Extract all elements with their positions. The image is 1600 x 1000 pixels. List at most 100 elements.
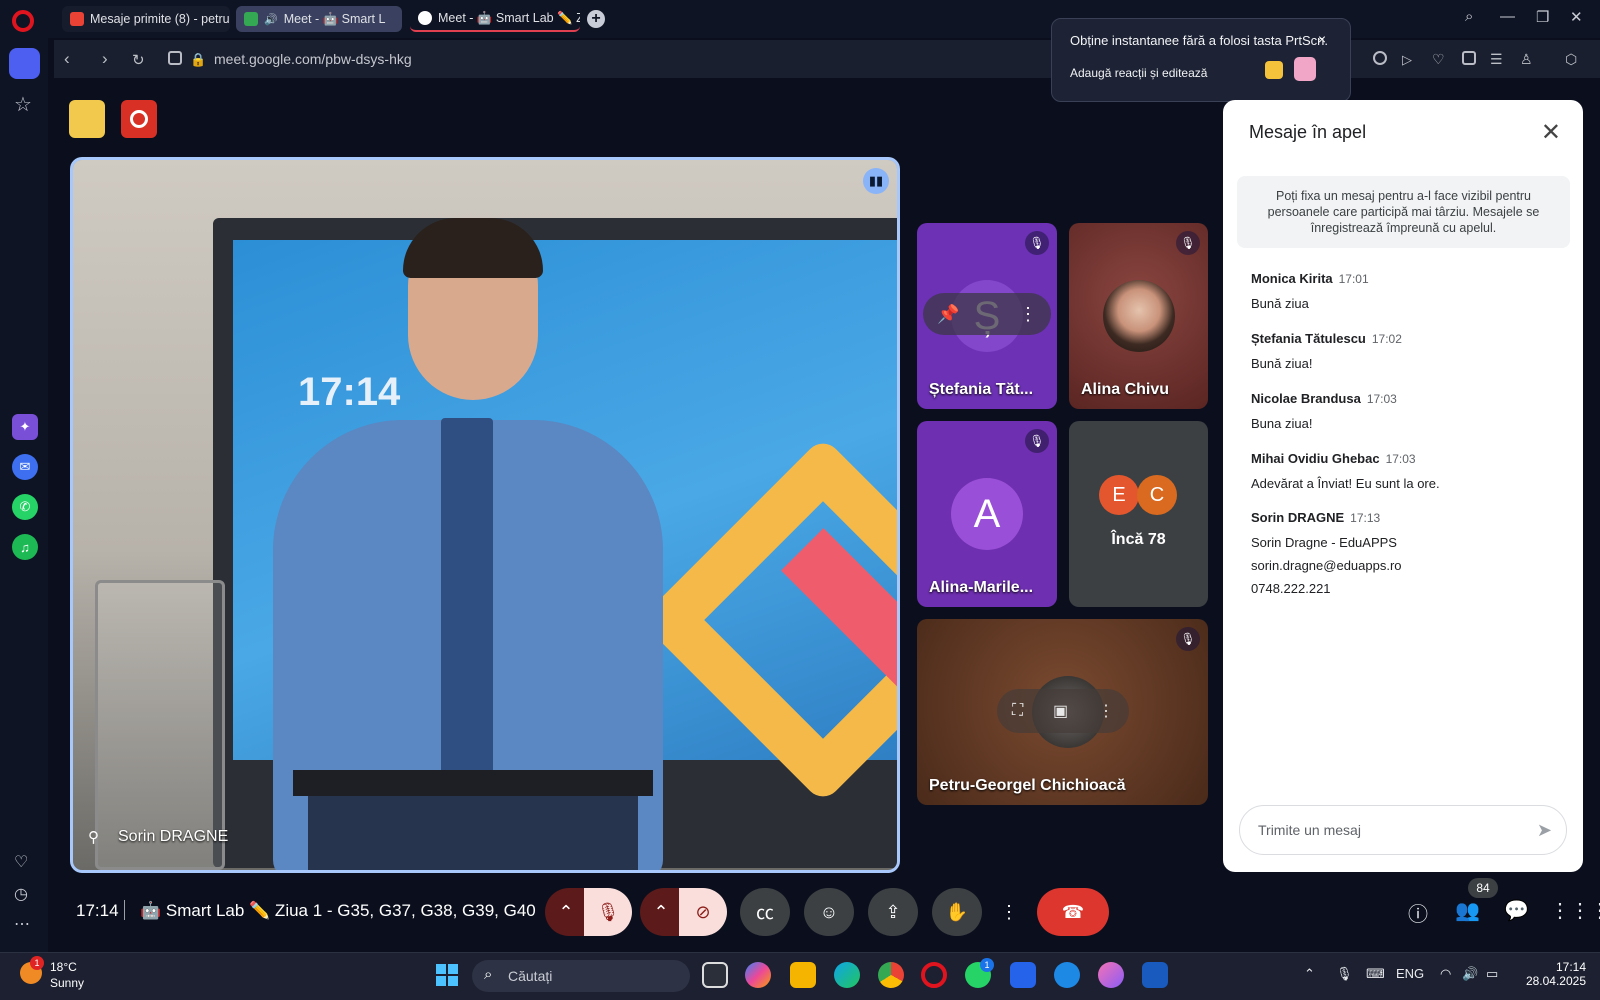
star-icon[interactable]: ☆ (14, 92, 32, 117)
start-button[interactable] (436, 964, 458, 986)
more-participants-tile[interactable]: E C Încă 78 (1069, 421, 1208, 607)
more-options-button[interactable]: ⋮ (996, 888, 1022, 936)
video-options-button[interactable]: ⌃ (640, 888, 682, 936)
taskbar-clock[interactable]: 17:14 28.04.2025 (1520, 960, 1586, 988)
tray-expand-icon[interactable]: ⌃ (1304, 966, 1315, 982)
heart-toolbar-icon[interactable]: ♡ (1432, 51, 1445, 68)
present-button[interactable]: ⇪ (868, 888, 918, 936)
mic-off-icon: 🎙 (1025, 429, 1049, 453)
toast-close-button[interactable]: × (1318, 31, 1326, 47)
edge-icon[interactable] (834, 962, 860, 988)
history-icon[interactable]: ◷ (14, 884, 28, 904)
participant-tile[interactable]: 🎙 ⛶ ▣ ⋮ Petru-Georgel Chichioacă (917, 619, 1208, 805)
message-text: sorin.dragne@eduapps.ro (1251, 558, 1402, 573)
emoji-icon: ☺ (819, 901, 839, 922)
participant-tile[interactable]: 🎙 Alina Chivu (1069, 223, 1208, 409)
frame-icon[interactable]: ⛶ (1012, 702, 1023, 720)
hide-captions-button[interactable] (69, 100, 105, 138)
chat-icon[interactable]: 💬 (1504, 898, 1529, 923)
play-icon[interactable]: ▷ (1402, 52, 1412, 68)
close-panel-button[interactable]: ✕ (1541, 118, 1561, 147)
meet-icon (244, 12, 258, 26)
tab-gmail[interactable]: Mesaje primite (8) - petru (62, 6, 230, 32)
store-icon[interactable] (1010, 962, 1036, 988)
main-video-tile[interactable]: 17:14 ▮▮ (70, 157, 900, 873)
participant-tile[interactable]: 🎙 A Alina-Marile... (917, 421, 1057, 607)
tab-label: Meet - 🤖 Smart L (283, 11, 386, 26)
send-icon[interactable]: ➤ (1537, 820, 1552, 841)
heart-icon[interactable]: ♡ (14, 852, 28, 872)
url-field[interactable]: meet.google.com/pbw-dsys-hkg (214, 51, 412, 67)
participant-avatar: E (1099, 475, 1139, 515)
participant-tile[interactable]: 🎙 Ș 📌 ⋮ Ștefania Tăt... (917, 223, 1057, 409)
screen-clock-text: 17:14 (298, 370, 401, 414)
easy-setup-icon[interactable]: ☰ (1490, 51, 1503, 68)
toast-line-2: Adaugă reacții și editează (1070, 66, 1208, 80)
microphone-tray-icon[interactable]: 🎙 (1336, 966, 1353, 982)
message-input[interactable]: Trimite un mesaj ➤ (1239, 805, 1567, 855)
home-button[interactable] (9, 48, 40, 79)
task-view-icon[interactable] (702, 962, 728, 988)
add-image-icon[interactable]: ▣ (1053, 701, 1068, 721)
camera-icon[interactable] (168, 51, 182, 65)
more-options-icon[interactable]: ⋮ (1098, 701, 1114, 721)
search-tabs-icon[interactable]: ⌕ (1465, 8, 1473, 25)
language-indicator[interactable]: ENG (1396, 966, 1424, 981)
more-options-icon[interactable]: ⋮ (1019, 304, 1037, 325)
battery-icon[interactable]: ▭ (1486, 966, 1498, 982)
clock-date: 28.04.2025 (1525, 974, 1586, 988)
forward-button[interactable]: › (102, 49, 108, 69)
browser-tab-bar: Mesaje primite (8) - petru 🔊 Meet - 🤖 Sm… (0, 0, 1600, 38)
extensions-icon[interactable]: ⬡ (1565, 51, 1577, 68)
restore-button[interactable]: ❐ (1536, 8, 1549, 26)
wifi-icon[interactable]: ◠ (1440, 966, 1451, 982)
activities-icon[interactable]: ⋮⋮⋮ (1550, 898, 1600, 923)
close-window-button[interactable]: ✕ (1570, 8, 1583, 26)
spotify-icon[interactable]: ♫ (12, 534, 38, 560)
pin-icon[interactable]: 📌 (937, 304, 959, 325)
audio-options-button[interactable]: ⌃ (545, 888, 587, 936)
message-time: 17:03 (1366, 392, 1397, 406)
messenger-icon[interactable]: ✉ (12, 454, 38, 480)
more-icon[interactable]: ⋯ (14, 914, 30, 934)
profile-icon[interactable]: ♙ (1520, 51, 1533, 68)
message-text: Bună ziua! (1251, 356, 1313, 371)
minimize-button[interactable]: — (1500, 8, 1515, 25)
copilot-icon[interactable] (745, 962, 771, 988)
tab-meet-active[interactable]: Meet - 🤖 Smart Lab ✏️ Z (410, 6, 580, 32)
search-placeholder: Căutați (508, 968, 553, 984)
participant-avatar-photo (1103, 280, 1175, 352)
tab-meet-1[interactable]: 🔊 Meet - 🤖 Smart L (236, 6, 402, 32)
people-icon[interactable]: 👥 (1455, 898, 1480, 923)
toast-line-1: Obține instantanee fără a folosi tasta P… (1070, 33, 1328, 48)
leave-call-button[interactable]: ☎ (1037, 888, 1109, 936)
opera-logo[interactable] (12, 10, 34, 32)
volume-icon[interactable]: 🔊 (1462, 966, 1478, 982)
file-explorer-icon[interactable] (790, 962, 816, 988)
message-time: 17:01 (1338, 272, 1369, 286)
snapshot-icon[interactable] (1373, 51, 1387, 65)
reload-button[interactable]: ↻ (132, 51, 145, 69)
whatsapp-icon[interactable]: ✆ (12, 494, 38, 520)
app-icon[interactable] (1054, 962, 1080, 988)
opera-taskbar-icon[interactable] (921, 962, 947, 988)
emoji-reaction-icon (1265, 61, 1283, 79)
chrome-icon[interactable] (878, 962, 904, 988)
taskbar-search[interactable]: ⌕ Căutați (472, 960, 690, 992)
word-icon[interactable] (1142, 962, 1168, 988)
picsart-icon[interactable] (1098, 962, 1124, 988)
weather-temp: 18°C (50, 960, 77, 974)
meeting-info-icon[interactable]: ⓘ (1408, 898, 1428, 927)
mic-toggle-button[interactable]: 🎙 (584, 888, 632, 936)
keyboard-icon[interactable]: ⌨ (1366, 966, 1385, 982)
new-tab-button[interactable]: + (587, 10, 605, 28)
pin-icon[interactable]: ⚲ (88, 828, 99, 846)
aria-icon[interactable]: ✦ (12, 414, 38, 440)
captions-button[interactable]: ㏄ (740, 888, 790, 936)
raise-hand-button[interactable]: ✋ (932, 888, 982, 936)
battery-saver-icon[interactable] (1462, 51, 1476, 65)
camera-toggle-button[interactable]: ⊘ (679, 888, 727, 936)
recording-button[interactable] (121, 100, 157, 138)
reactions-button[interactable]: ☺ (804, 888, 854, 936)
back-button[interactable]: ‹ (64, 49, 70, 69)
